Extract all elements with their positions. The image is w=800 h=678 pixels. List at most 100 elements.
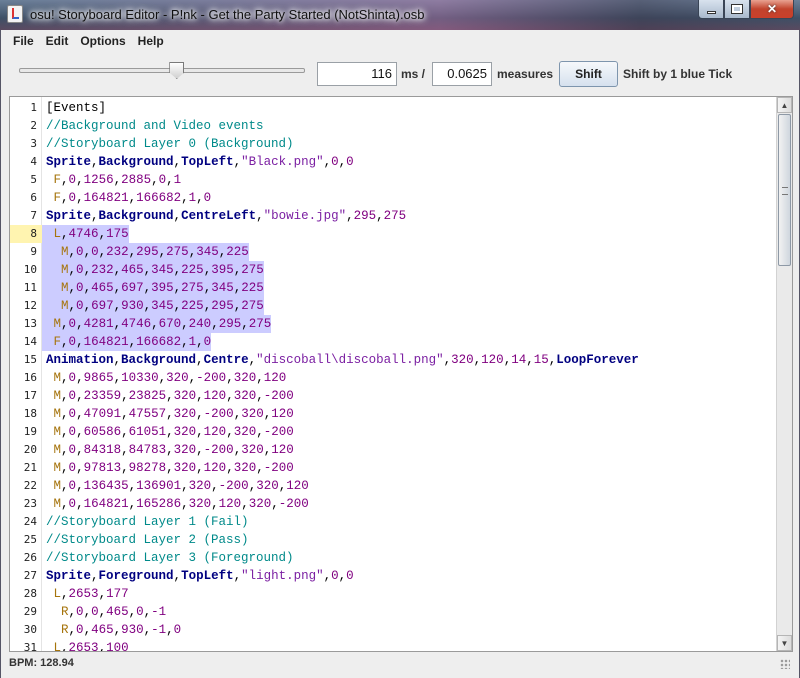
- ms-label: ms /: [401, 67, 426, 81]
- code-editor[interactable]: 1 [Events] 2 //Background and Video events 3…: [9, 96, 793, 652]
- line-number: 13: [23, 317, 37, 330]
- code-line[interactable]: 6 F,0,164821,166682,1,0: [10, 189, 776, 207]
- slider-track: [19, 68, 305, 73]
- code-line[interactable]: 14 F,0,164821,166682,1,0: [10, 333, 776, 351]
- code-line[interactable]: 12 M,0,697,930,345,225,295,275: [10, 297, 776, 315]
- line-number: 26: [23, 551, 37, 564]
- code-line[interactable]: 31 L,2653,100: [10, 639, 776, 652]
- line-number: 1: [30, 101, 37, 114]
- measures-input[interactable]: 0.0625: [432, 62, 492, 86]
- code-line[interactable]: 8 L,4746,175: [10, 225, 776, 243]
- code-text: M,0,9865,10330,320,-200,320,120: [53, 371, 287, 385]
- code-text: L,4746,175: [42, 225, 129, 243]
- code-line[interactable]: 27 Sprite,Foreground,TopLeft,"light.png",…: [10, 567, 776, 585]
- vertical-scrollbar[interactable]: ▲ ▼: [776, 97, 792, 651]
- close-icon: ✕: [766, 2, 778, 16]
- code-text: L,2653,100: [53, 641, 129, 652]
- code-line[interactable]: 23 M,0,164821,165286,320,120,320,-200: [10, 495, 776, 513]
- code-text: Sprite,Background,TopLeft,"Black.png",0,…: [46, 155, 354, 169]
- line-number: 3: [30, 137, 37, 150]
- line-number: 25: [23, 533, 37, 546]
- line-number: 16: [23, 371, 37, 384]
- maximize-button[interactable]: [724, 0, 750, 19]
- line-number: 12: [23, 299, 37, 312]
- code-line[interactable]: 19 M,0,60586,61051,320,120,320,-200: [10, 423, 776, 441]
- minimize-button[interactable]: [698, 0, 724, 19]
- code-line[interactable]: 2 //Background and Video events: [10, 117, 776, 135]
- code-line[interactable]: 18 M,0,47091,47557,320,-200,320,120: [10, 405, 776, 423]
- code-line[interactable]: 4 Sprite,Background,TopLeft,"Black.png",0…: [10, 153, 776, 171]
- menu-edit[interactable]: Edit: [40, 34, 75, 48]
- code-line[interactable]: 22 M,0,136435,136901,320,-200,320,120: [10, 477, 776, 495]
- line-number: 11: [23, 281, 37, 294]
- code-text: M,0,47091,47557,320,-200,320,120: [53, 407, 294, 421]
- line-number: 30: [23, 623, 37, 636]
- code-text: //Storyboard Layer 2 (Pass): [46, 533, 249, 547]
- code-line[interactable]: 20 M,0,84318,84783,320,-200,320,120: [10, 441, 776, 459]
- code-text: F,0,164821,166682,1,0: [53, 191, 212, 205]
- line-number: 9: [30, 245, 37, 258]
- code-text: M,0,0,232,295,275,345,225: [42, 243, 249, 261]
- code-line[interactable]: 11 M,0,465,697,395,275,345,225: [10, 279, 776, 297]
- code-line[interactable]: 13 M,0,4281,4746,670,240,295,275: [10, 315, 776, 333]
- code-line[interactable]: 21 M,0,97813,98278,320,120,320,-200: [10, 459, 776, 477]
- code-text: M,0,23359,23825,320,120,320,-200: [53, 389, 294, 403]
- line-number: 8: [10, 225, 42, 243]
- code-text: //Storyboard Layer 1 (Fail): [46, 515, 249, 529]
- measures-label: measures: [497, 67, 554, 81]
- line-number: 29: [23, 605, 37, 618]
- code-line[interactable]: 9 M,0,0,232,295,275,345,225: [10, 243, 776, 261]
- code-text: M,0,4281,4746,670,240,295,275: [42, 315, 272, 333]
- menu-options[interactable]: Options: [74, 34, 131, 48]
- line-number: 6: [30, 191, 37, 204]
- code-text: R,0,0,465,0,-1: [61, 605, 167, 619]
- line-number: 4: [30, 155, 37, 168]
- maximize-icon: [731, 4, 743, 14]
- code-line[interactable]: 15 Animation,Background,Centre,"discoball…: [10, 351, 776, 369]
- minimize-icon: [706, 10, 716, 14]
- code-line[interactable]: 30 R,0,465,930,-1,0: [10, 621, 776, 639]
- code-line[interactable]: 29 R,0,0,465,0,-1: [10, 603, 776, 621]
- shift-button[interactable]: Shift: [559, 61, 618, 87]
- menu-help[interactable]: Help: [132, 34, 170, 48]
- close-button[interactable]: ✕: [750, 0, 794, 19]
- shift-toolbar: 116 ms / 0.0625 measures Shift Shift by …: [1, 54, 799, 94]
- code-line[interactable]: 1 [Events]: [10, 99, 776, 117]
- code-line[interactable]: 10 M,0,232,465,345,225,395,275: [10, 261, 776, 279]
- code-line[interactable]: 3 //Storyboard Layer 0 (Background): [10, 135, 776, 153]
- code-text: M,0,97813,98278,320,120,320,-200: [53, 461, 294, 475]
- slider-thumb[interactable]: [169, 62, 185, 79]
- code-line[interactable]: 5 F,0,1256,2885,0,1: [10, 171, 776, 189]
- scroll-down-arrow-icon[interactable]: ▼: [777, 635, 792, 651]
- line-number: 15: [23, 353, 37, 366]
- java-cup-icon[interactable]: [7, 5, 23, 23]
- window-title: osu! Storyboard Editor - P!nk - Get the …: [30, 7, 425, 22]
- code-text: M,0,60586,61051,320,120,320,-200: [53, 425, 294, 439]
- code-line[interactable]: 25 //Storyboard Layer 2 (Pass): [10, 531, 776, 549]
- line-number: 31: [23, 641, 37, 652]
- resize-grip-icon[interactable]: [780, 659, 790, 669]
- status-bar: BPM: 128.94: [9, 654, 793, 672]
- menu-bar: File Edit Options Help: [1, 30, 799, 52]
- scroll-up-arrow-icon[interactable]: ▲: [777, 97, 792, 113]
- code-text: M,0,84318,84783,320,-200,320,120: [53, 443, 294, 457]
- shift-slider[interactable]: [19, 62, 307, 82]
- line-number: 27: [23, 569, 37, 582]
- menu-file[interactable]: File: [7, 34, 40, 48]
- code-line[interactable]: 17 M,0,23359,23825,320,120,320,-200: [10, 387, 776, 405]
- ms-input[interactable]: 116: [317, 62, 397, 86]
- code-line[interactable]: 28 L,2653,177: [10, 585, 776, 603]
- line-number: 28: [23, 587, 37, 600]
- code-line[interactable]: 26 //Storyboard Layer 3 (Foreground): [10, 549, 776, 567]
- code-line[interactable]: 7 Sprite,Background,CentreLeft,"bowie.jpg…: [10, 207, 776, 225]
- line-number: 21: [23, 461, 37, 474]
- line-number: 18: [23, 407, 37, 420]
- code-text: M,0,136435,136901,320,-200,320,120: [53, 479, 309, 493]
- title-bar: osu! Storyboard Editor - P!nk - Get the …: [0, 0, 800, 30]
- scrollbar-thumb[interactable]: [778, 114, 791, 266]
- code-line[interactable]: 24 //Storyboard Layer 1 (Fail): [10, 513, 776, 531]
- code-text: //Storyboard Layer 0 (Background): [46, 137, 294, 151]
- code-text: F,0,1256,2885,0,1: [53, 173, 182, 187]
- code-line[interactable]: 16 M,0,9865,10330,320,-200,320,120: [10, 369, 776, 387]
- line-number: 2: [30, 119, 37, 132]
